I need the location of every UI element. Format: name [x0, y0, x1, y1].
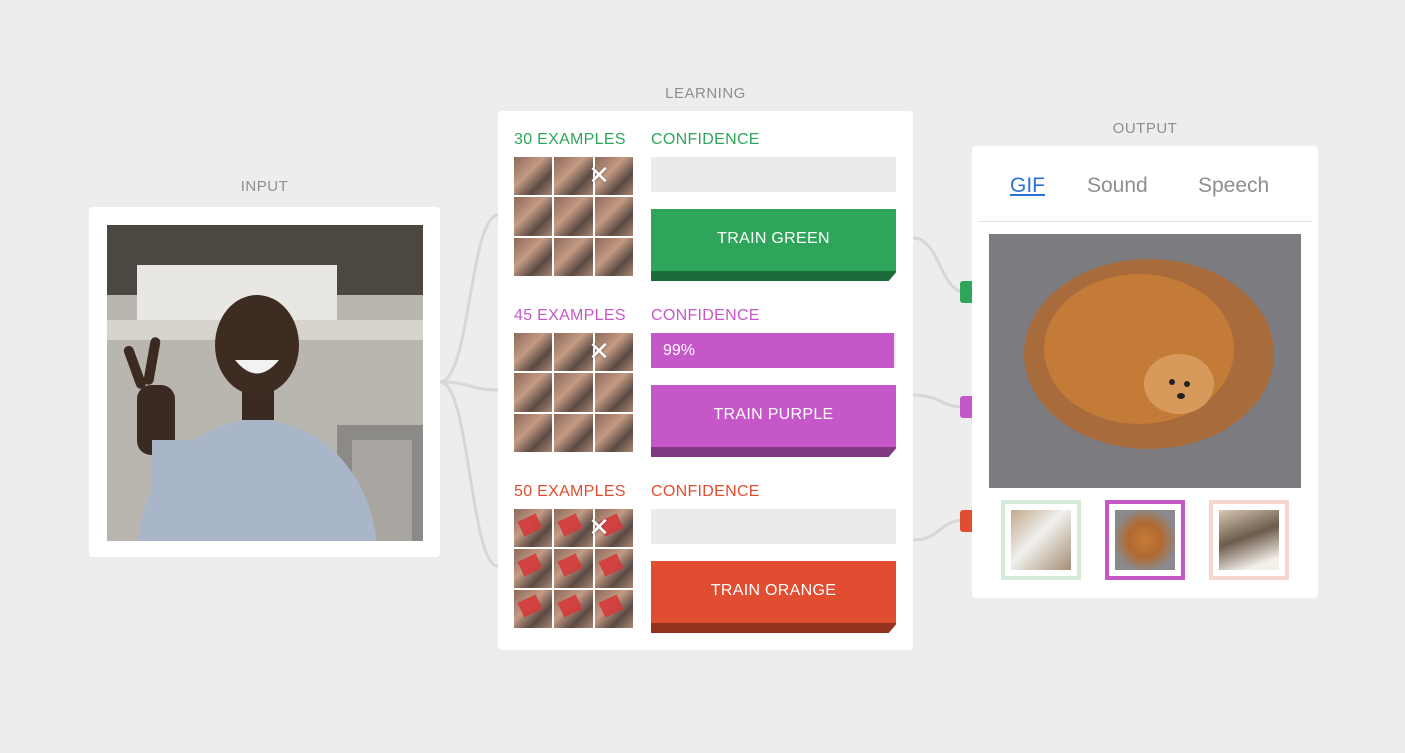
example-thumbnail — [514, 157, 553, 196]
example-thumbnail — [594, 413, 633, 452]
close-icon[interactable]: ✕ — [586, 339, 612, 365]
class-row-green: 30 EXAMPLES CONFIDENCE ✕ TRAIN GREEN — [498, 111, 913, 287]
tab-speech[interactable]: Speech — [1198, 174, 1269, 198]
example-thumbnails — [514, 333, 633, 452]
tab-sound[interactable]: Sound — [1087, 174, 1148, 198]
example-thumbnail — [554, 549, 593, 588]
confidence-value: 99% — [663, 342, 696, 359]
example-thumbnail — [514, 197, 553, 236]
example-thumbnail — [514, 549, 553, 588]
example-thumbnail — [514, 237, 553, 276]
example-thumbnail — [514, 413, 553, 452]
class-row-orange: 50 EXAMPLES CONFIDENCE ✕ TRAIN ORANGE — [498, 463, 913, 639]
close-icon[interactable]: ✕ — [586, 515, 612, 541]
confidence-label: CONFIDENCE — [651, 483, 760, 500]
example-thumbnail — [514, 509, 553, 548]
example-thumbnail — [514, 373, 553, 412]
train-button-label: TRAIN PURPLE — [713, 406, 834, 423]
webcam-video — [107, 225, 423, 541]
examples-count: 30 EXAMPLES — [514, 131, 626, 148]
dog-gif-image — [989, 234, 1301, 488]
class-row-purple: 45 EXAMPLES CONFIDENCE ✕ 99% TRAIN PURPL… — [498, 287, 913, 463]
gif-choice-orange[interactable] — [1209, 500, 1289, 580]
train-button-label: TRAIN ORANGE — [710, 582, 837, 599]
close-icon[interactable]: ✕ — [586, 163, 612, 189]
example-thumbnails — [514, 157, 633, 276]
output-panel: GIF Sound Speech — [972, 146, 1318, 598]
example-thumbnail — [554, 197, 593, 236]
webcam-image — [107, 225, 423, 541]
gif-thumbnail — [1219, 510, 1279, 570]
tab-gif[interactable]: GIF — [1010, 174, 1045, 198]
example-thumbnail — [594, 549, 633, 588]
learning-panel: 30 EXAMPLES CONFIDENCE ✕ TRAIN GREEN 45 … — [498, 111, 913, 650]
tab-divider — [978, 221, 1312, 222]
confidence-bar — [651, 157, 896, 192]
example-thumbnail — [514, 589, 553, 628]
train-purple-button[interactable]: TRAIN PURPLE — [651, 385, 896, 457]
example-thumbnail — [594, 197, 633, 236]
purple-output-port — [960, 396, 972, 418]
example-thumbnail — [594, 237, 633, 276]
example-thumbnail — [554, 413, 593, 452]
example-thumbnail — [554, 589, 593, 628]
example-thumbnail — [554, 237, 593, 276]
confidence-bar: 99% — [651, 333, 896, 368]
example-thumbnails — [514, 509, 633, 628]
example-thumbnail — [554, 373, 593, 412]
confidence-label: CONFIDENCE — [651, 131, 760, 148]
input-title: INPUT — [240, 178, 289, 195]
gif-display — [989, 234, 1301, 488]
examples-count: 50 EXAMPLES — [514, 483, 626, 500]
train-orange-button[interactable]: TRAIN ORANGE — [651, 561, 896, 633]
gif-thumbnail — [1011, 510, 1071, 570]
orange-output-port — [960, 510, 972, 532]
gif-choice-purple[interactable] — [1105, 500, 1185, 580]
gif-thumbnail — [1115, 510, 1175, 570]
examples-count: 45 EXAMPLES — [514, 307, 626, 324]
confidence-bar — [651, 509, 896, 544]
example-thumbnail — [594, 373, 633, 412]
gif-choice-green[interactable] — [1001, 500, 1081, 580]
confidence-label: CONFIDENCE — [651, 307, 760, 324]
learning-title: LEARNING — [665, 85, 746, 102]
input-panel — [89, 207, 440, 557]
train-green-button[interactable]: TRAIN GREEN — [651, 209, 896, 281]
output-title: OUTPUT — [1112, 120, 1178, 137]
train-button-label: TRAIN GREEN — [717, 230, 830, 247]
example-thumbnail — [594, 589, 633, 628]
example-thumbnail — [514, 333, 553, 372]
green-output-port — [960, 281, 972, 303]
